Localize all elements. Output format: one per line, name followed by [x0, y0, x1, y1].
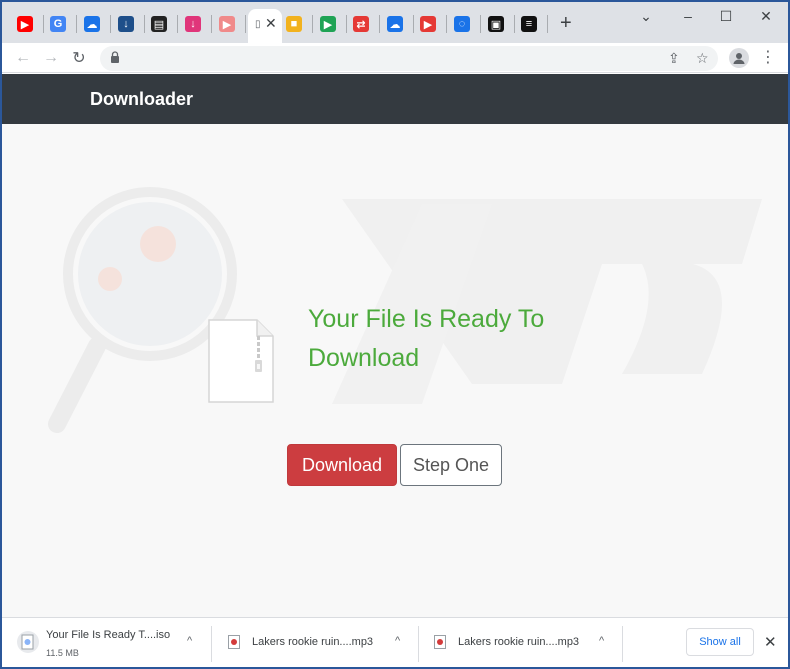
disc-image-file-icon [17, 631, 39, 653]
tab-separator [379, 15, 380, 33]
profile-avatar-icon[interactable] [729, 48, 749, 68]
repeat-red-icon[interactable]: ⇄ [353, 16, 369, 32]
download-item[interactable]: Lakers rookie ruin....mp3 ^ [426, 618, 622, 667]
youtube-icon[interactable]: ▶ [17, 16, 33, 32]
tab-separator [312, 15, 313, 33]
download-filename: Lakers rookie ruin....mp3 [252, 636, 374, 648]
download-item[interactable]: Your File Is Ready T....iso 11.5 MB ^ [12, 618, 208, 667]
site-brand[interactable]: Downloader [90, 89, 193, 110]
clapperboard-icon[interactable]: ▤ [151, 16, 167, 32]
tab-separator [346, 15, 347, 33]
zip-file-icon [208, 319, 274, 403]
google-icon[interactable]: G [50, 16, 66, 32]
video-play-icon[interactable]: ▶ [219, 16, 235, 32]
site-navbar: Downloader [2, 74, 788, 124]
download-item[interactable]: Lakers rookie ruin....mp3 ^ [220, 618, 416, 667]
back-button[interactable]: ← [12, 47, 34, 69]
tab-separator [144, 15, 145, 33]
browser-window: ▶ G ☁ ↓ ▤ ↓ ▶ ▯ ✕ ■ ▶ ⇄ ☁ ▶ ◌ ▣ ≡ + ⌄ – ☐ ✕ ← → ↻ ⇪ ☆… [2, 2, 788, 667]
cloud-download-icon[interactable]: ☁ [387, 16, 403, 32]
chevron-up-icon[interactable]: ^ [395, 635, 400, 647]
browser-toolbar: ← → ↻ ⇪ ☆ ⋮ [2, 43, 788, 73]
chevron-up-icon[interactable]: ^ [187, 635, 192, 647]
loading-spinner-icon[interactable]: ◌ [454, 16, 470, 32]
new-tab-button[interactable]: + [560, 13, 572, 33]
audio-file-icon [228, 635, 240, 649]
tab-separator [177, 15, 178, 33]
tab-separator [547, 15, 548, 33]
minimize-button[interactable]: – [678, 8, 698, 24]
audio-file-icon [434, 635, 446, 649]
shelf-divider [622, 626, 623, 662]
tab-separator [446, 15, 447, 33]
box-app-icon[interactable]: ▣ [488, 16, 504, 32]
camera-folder-icon[interactable]: ■ [286, 16, 302, 32]
browser-menu-icon[interactable]: ⋮ [760, 47, 776, 67]
tab-separator [514, 15, 515, 33]
show-all-downloads-button[interactable]: Show all [686, 628, 754, 656]
download-pink-icon[interactable]: ↓ [185, 16, 201, 32]
tab-separator [76, 15, 77, 33]
shelf-divider [211, 626, 212, 662]
download-size: 11.5 MB [46, 648, 79, 658]
reload-button[interactable]: ↻ [68, 47, 90, 69]
close-tab-icon[interactable]: ✕ [265, 15, 277, 32]
share-icon[interactable]: ⇪ [668, 50, 680, 67]
download-shelf: Your File Is Ready T....iso 11.5 MB ^ La… [2, 617, 788, 667]
tab-separator [110, 15, 111, 33]
download-filename: Your File Is Ready T....iso [46, 629, 171, 641]
address-bar[interactable]: ⇪ ☆ [100, 46, 718, 71]
play-red-icon[interactable]: ▶ [420, 16, 436, 32]
step-one-button[interactable]: Step One [400, 444, 502, 486]
cloud-download-icon[interactable]: ☁ [84, 16, 100, 32]
download-box-icon[interactable]: ↓ [118, 16, 134, 32]
chevron-up-icon[interactable]: ^ [599, 635, 604, 647]
tab-strip: ▶ G ☁ ↓ ▤ ↓ ▶ ▯ ✕ ■ ▶ ⇄ ☁ ▶ ◌ ▣ ≡ + ⌄ – ☐ ✕ [2, 2, 788, 43]
forward-button[interactable]: → [40, 47, 62, 69]
page-content: Downloader Your File Is Ready To Downloa… [2, 74, 788, 617]
shelf-divider [418, 626, 419, 662]
page-favicon-icon: ▯ [255, 19, 261, 30]
tab-search-dropdown-icon[interactable]: ⌄ [636, 8, 656, 25]
tab-separator [43, 15, 44, 33]
maximize-button[interactable]: ☐ [716, 8, 736, 25]
play-green-icon[interactable]: ▶ [320, 16, 336, 32]
download-button[interactable]: Download [287, 444, 397, 486]
file-ready-heading: Your File Is Ready To Download [308, 305, 545, 372]
download-filename: Lakers rookie ruin....mp3 [458, 636, 580, 648]
lock-icon [111, 51, 119, 63]
bookmark-star-icon[interactable]: ☆ [696, 50, 709, 67]
tab-separator [413, 15, 414, 33]
active-tab[interactable]: ▯ ✕ [248, 9, 282, 43]
tab-separator [245, 15, 246, 33]
stripes-icon[interactable]: ≡ [521, 16, 537, 32]
tab-separator [480, 15, 481, 33]
close-shelf-icon[interactable]: ✕ [764, 633, 777, 651]
close-window-button[interactable]: ✕ [756, 8, 776, 25]
tab-separator [211, 15, 212, 33]
